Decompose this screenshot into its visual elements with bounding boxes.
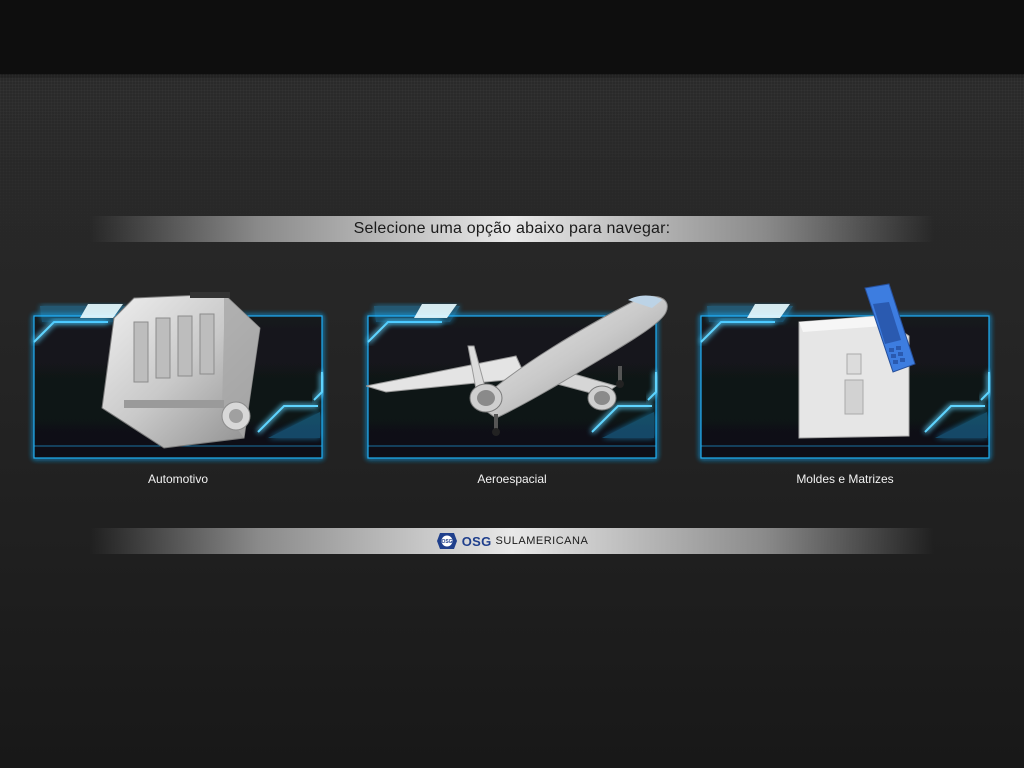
engine-block-icon — [101, 292, 261, 449]
navigation-prompt: Selecione uma opção abaixo para navegar: — [353, 220, 671, 237]
osg-logo: OSG OSG SULAMERICANA — [436, 532, 589, 550]
header-bar: Selecione uma opção abaixo para navegar: — [90, 216, 934, 242]
option-card-moldes-matrizes[interactable] — [695, 282, 995, 470]
footer-bar: OSG OSG SULAMERICANA — [90, 528, 934, 554]
mold-phone-icon — [798, 283, 916, 439]
svg-text:OSG: OSG — [441, 539, 452, 545]
airplane-icon — [366, 295, 668, 436]
option-label-moldes-matrizes[interactable]: Moldes e Matrizes — [695, 472, 995, 486]
background-texture — [0, 74, 1024, 274]
option-card-automotivo[interactable] — [28, 282, 328, 470]
option-label-aeroespacial[interactable]: Aeroespacial — [362, 472, 662, 486]
top-band — [0, 0, 1024, 74]
logo-sub: SULAMERICANA — [495, 535, 589, 547]
main-menu-screen: Selecione uma opção abaixo para navegar: — [0, 0, 1024, 768]
option-card-aeroespacial[interactable] — [362, 282, 668, 470]
osg-logo-mark-icon: OSG — [436, 533, 457, 549]
logo-brand: OSG — [461, 533, 492, 549]
option-label-automotivo[interactable]: Automotivo — [28, 472, 328, 486]
